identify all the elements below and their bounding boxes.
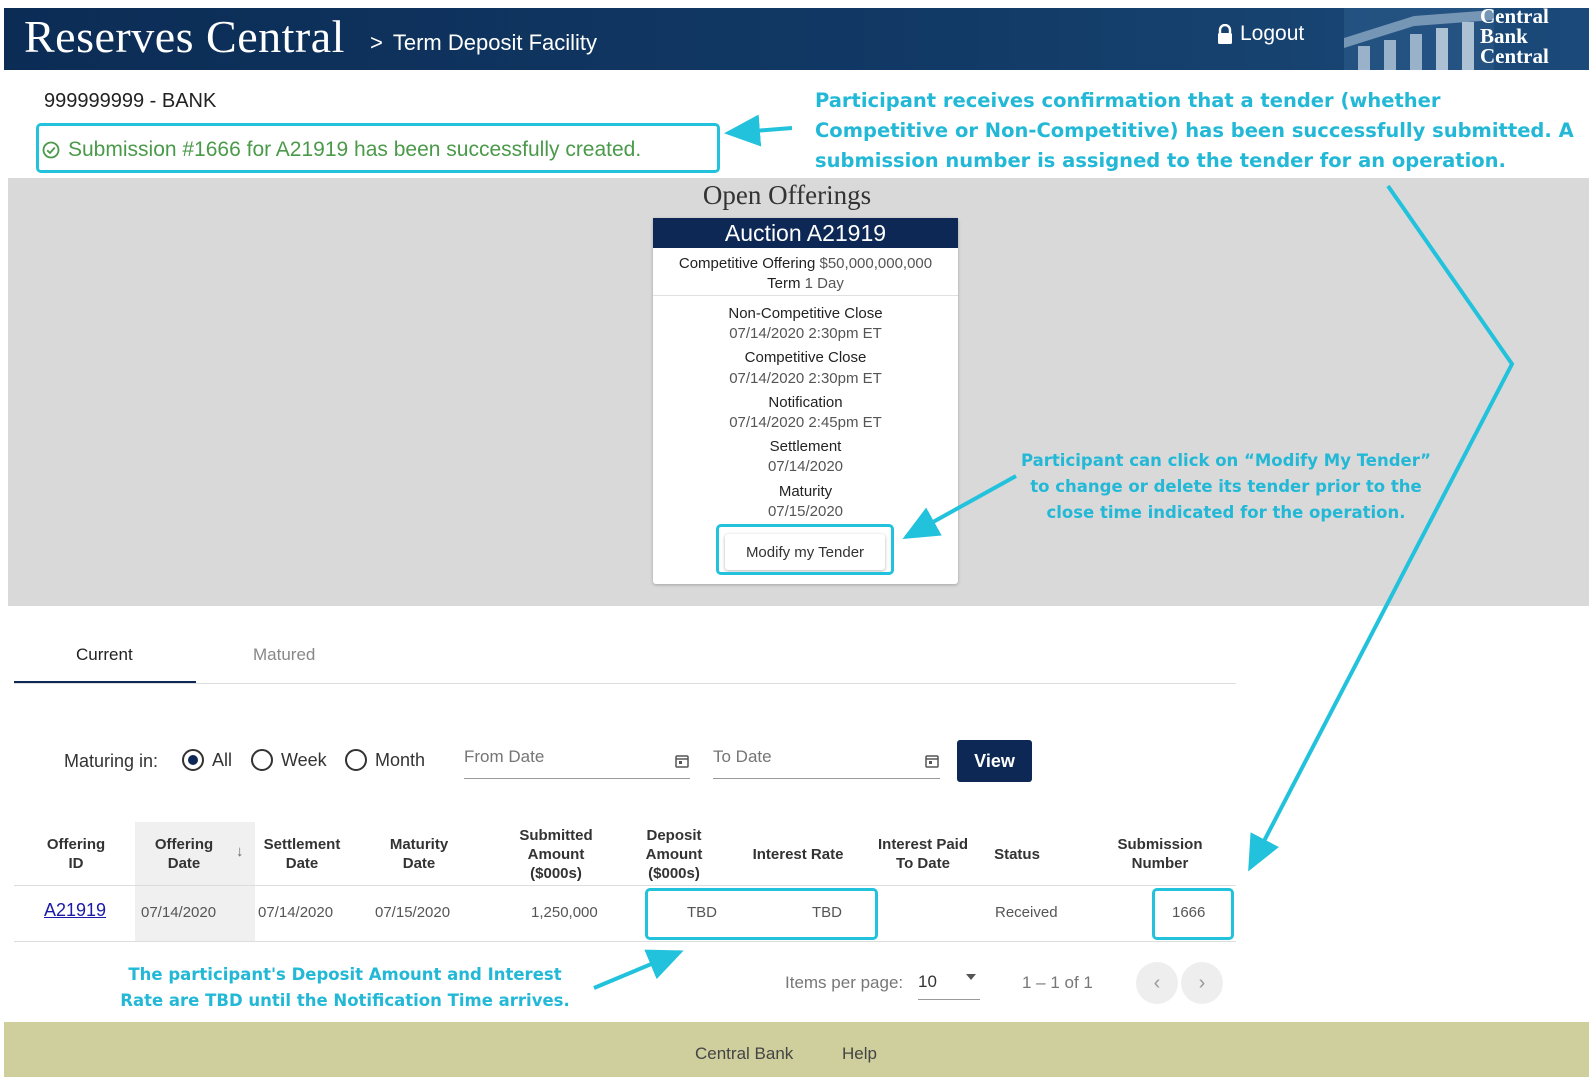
schedule-label: Non-Competitive Close (728, 305, 883, 322)
schedule-value: 07/14/2020 2:45pm ET (729, 414, 882, 432)
column-header-maturity-date[interactable]: Maturity Date (378, 835, 460, 873)
radio-circle[interactable] (251, 749, 273, 771)
calendar-icon[interactable] (924, 753, 940, 769)
column-header-submitted-amount[interactable]: Submitted Amount ($000s) (508, 826, 604, 883)
radio-all[interactable]: All (182, 749, 232, 771)
tab-current[interactable]: Current (76, 645, 133, 665)
schedule-label: Competitive Close (744, 349, 867, 367)
cell-settlement-date: 07/14/2020 (258, 904, 334, 921)
footer (4, 1022, 1589, 1077)
term-value: 1 Day (804, 275, 844, 292)
column-header-deposit-amount[interactable]: Deposit Amount ($000s) (632, 826, 716, 883)
schedule-label: Maturity (778, 482, 833, 500)
arrow-to-tbd (593, 949, 684, 990)
from-date-input[interactable] (464, 747, 644, 767)
lock-icon (1218, 24, 1232, 44)
arrow-to-success (724, 114, 793, 147)
submission-number-highlight (1152, 888, 1234, 940)
schedule-value: 07/15/2020 (767, 502, 844, 520)
cell-offering-date: 07/14/2020 (141, 904, 217, 921)
success-text: Submission #1666 for A21919 has been suc… (68, 138, 642, 161)
tab-divider (14, 683, 1236, 684)
building-image (1344, 8, 1494, 70)
annotation-tbd: The participant's Deposit Amount and Int… (120, 965, 570, 1010)
breadcrumb: > Term Deposit Facility (370, 30, 597, 56)
central-bank-logo: Central Bank Central (1480, 8, 1549, 68)
breadcrumb-separator: > (370, 30, 383, 55)
table-header-divider (14, 885, 1236, 886)
column-header-offering-date[interactable]: Offering Date (148, 835, 220, 873)
cell-submitted-amount: 1,250,000 (531, 904, 598, 921)
tab-matured[interactable]: Matured (253, 645, 315, 665)
from-date-field[interactable] (464, 747, 690, 779)
annotation-confirmation: Participant receives confirmation that a… (815, 89, 1574, 172)
sort-desc-icon[interactable]: ↓ (236, 843, 244, 860)
column-header-interest-rate[interactable]: Interest Rate (742, 845, 854, 864)
prev-page-button[interactable]: ‹ (1136, 962, 1178, 1004)
items-per-page-value: 10 (918, 972, 937, 991)
view-button[interactable]: View (957, 740, 1032, 782)
cell-maturity-date: 07/15/2020 (375, 904, 451, 921)
offering-id-link[interactable]: A21919 (44, 900, 106, 921)
maturing-label: Maturing in: (64, 751, 159, 771)
to-date-input[interactable] (713, 747, 893, 767)
footer-link-central-bank[interactable]: Central Bank (695, 1044, 793, 1064)
next-page-button[interactable]: › (1181, 962, 1223, 1004)
modify-tender-button[interactable]: Modify my Tender (725, 534, 885, 570)
items-per-page-label: Items per page: (785, 973, 904, 992)
offerings-title: Open Offerings (702, 180, 872, 210)
column-header-status[interactable]: Status (982, 845, 1052, 864)
radio-month[interactable]: Month (345, 749, 425, 771)
column-header-submission-number[interactable]: Submission Number (1110, 835, 1210, 873)
institution-label: 999999999 - BANK (44, 90, 217, 112)
app-title: Reserves Central (24, 11, 345, 62)
radio-label: All (212, 749, 233, 770)
column-header-settlement-date[interactable]: Settlement Date (256, 835, 348, 873)
footer-link-help[interactable]: Help (842, 1044, 877, 1064)
table-row-divider (14, 941, 1236, 942)
term-label: Term (767, 275, 801, 292)
calendar-icon[interactable] (674, 753, 690, 769)
to-date-field[interactable] (713, 747, 940, 779)
offering-label: Competitive Offering (678, 255, 816, 272)
schedule-value: 07/14/2020 2:30pm ET (729, 369, 882, 387)
radio-week[interactable]: Week (251, 749, 327, 771)
page-range-label: 1 – 1 of 1 (1022, 973, 1093, 992)
auction-card: Auction A21919 Competitive Offering $50,… (653, 218, 958, 584)
radio-circle[interactable] (182, 749, 204, 771)
schedule-value: 07/14/2020 (767, 458, 844, 476)
schedule-label: Settlement (769, 438, 842, 456)
column-header-offering-id[interactable]: Offering ID (40, 835, 112, 873)
logout-label: Logout (1240, 22, 1305, 45)
auction-title: Auction A21919 (653, 218, 958, 248)
annotation-modify: Participant can click on “Modify My Tend… (1020, 451, 1431, 522)
app-header: Reserves Central > Term Deposit Facility … (4, 8, 1589, 70)
success-message: Submission #1666 for A21919 has been suc… (42, 138, 641, 162)
breadcrumb-current: Term Deposit Facility (392, 30, 598, 55)
radio-label: Week (281, 749, 327, 770)
radio-label: Month (375, 749, 426, 770)
logout-button[interactable]: Logout (1216, 22, 1304, 46)
check-circle-icon (42, 141, 60, 159)
cell-status: Received (995, 904, 1058, 921)
offering-value: $50,000,000,000 (819, 255, 933, 272)
caret-down-icon (966, 974, 976, 980)
radio-circle[interactable] (345, 749, 367, 771)
schedule-label: Notification (768, 393, 843, 411)
active-tab-indicator (14, 681, 196, 683)
auction-terms: Competitive Offering $50,000,000,000 Ter… (653, 248, 958, 296)
items-per-page-select[interactable]: 10 (918, 966, 980, 1000)
deposit-rate-highlight (645, 888, 878, 940)
column-header-interest-paid[interactable]: Interest Paid To Date (868, 835, 978, 873)
auction-schedule: Non-Competitive Close 07/14/2020 2:30pm … (653, 296, 958, 522)
schedule-value: 07/14/2020 2:30pm ET (729, 325, 882, 343)
